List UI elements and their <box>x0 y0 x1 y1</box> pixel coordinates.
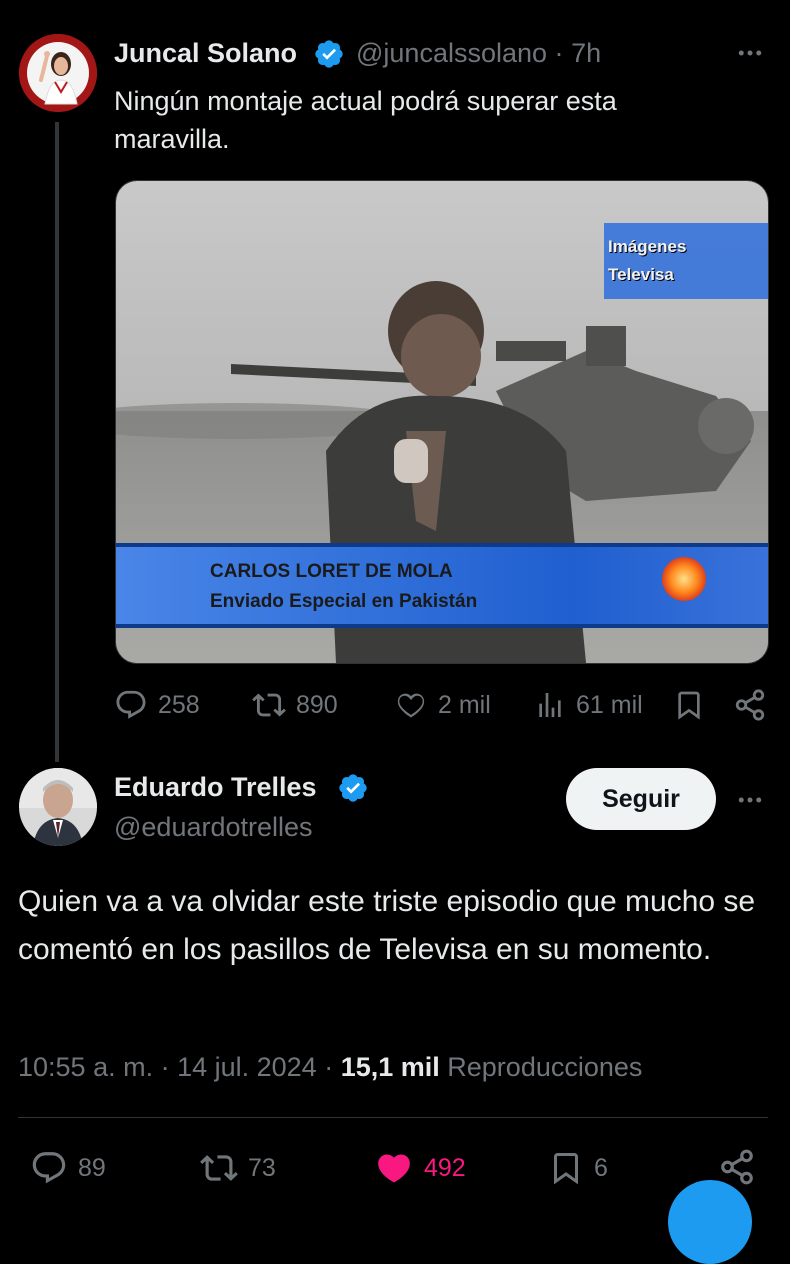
retweet-icon <box>252 693 286 717</box>
retweet-button[interactable]: 890 <box>252 688 338 722</box>
like-button[interactable]: 492 <box>374 1149 466 1187</box>
watermark-line2: Televisa <box>608 265 674 284</box>
views-count: 15,1 mil <box>340 1052 440 1082</box>
media-caption: CARLOS LORET DE MOLA Enviado Especial en… <box>210 557 477 617</box>
reply-button[interactable]: 258 <box>114 688 200 722</box>
watermark-line1: Imágenes <box>608 237 687 256</box>
views-label[interactable]: Reproducciones <box>447 1052 642 1082</box>
avatar[interactable] <box>19 768 97 846</box>
media-watermark: Imágenes Televisa <box>608 233 686 289</box>
tweet-media-image[interactable]: Imágenes Televisa CARLOS LORET DE MOLA E… <box>115 180 769 664</box>
share-icon[interactable] <box>733 688 767 727</box>
bookmark-button[interactable]: 6 <box>548 1149 608 1187</box>
like-count: 492 <box>424 1153 466 1182</box>
tweet-text: Quien va a va olvidar este triste episod… <box>18 885 756 966</box>
views-count: 61 mil <box>576 690 643 719</box>
like-count: 2 mil <box>438 690 491 719</box>
author-name[interactable]: Eduardo Trelles <box>114 772 317 803</box>
more-icon[interactable] <box>735 785 765 822</box>
verified-badge-icon <box>337 772 369 809</box>
reply-count: 258 <box>158 690 200 719</box>
more-icon[interactable] <box>735 38 765 75</box>
retweet-button[interactable]: 73 <box>200 1149 276 1187</box>
tweet-metadata: 10:55 a. m. · 14 jul. 2024 · 15,1 mil Re… <box>18 1052 642 1083</box>
author-name[interactable]: Juncal Solano <box>114 38 297 69</box>
reply-icon <box>32 1152 66 1184</box>
retweet-count: 73 <box>248 1153 276 1182</box>
reply-button[interactable]: 89 <box>30 1149 106 1187</box>
views-button[interactable]: 61 mil <box>534 688 643 722</box>
retweet-count: 890 <box>296 690 338 719</box>
caption-role: Enviado Especial en Pakistán <box>210 591 478 612</box>
bookmark-icon <box>554 1153 578 1185</box>
compose-fab-button[interactable] <box>668 1180 752 1264</box>
author-handle[interactable]: @eduardotrelles <box>114 812 313 843</box>
tweet-time[interactable]: 7h <box>571 38 601 68</box>
like-button[interactable]: 2 mil <box>394 688 491 722</box>
thread-connector-line <box>55 122 59 762</box>
divider <box>18 1117 768 1118</box>
follow-button[interactable]: Seguir <box>566 768 716 830</box>
bookmark-icon[interactable] <box>673 688 705 727</box>
reply-count: 89 <box>78 1153 106 1182</box>
tweet-timestamp[interactable]: 10:55 a. m. · 14 jul. 2024 · <box>18 1052 333 1082</box>
verified-badge-icon <box>313 38 345 75</box>
bookmark-count: 6 <box>594 1153 608 1182</box>
retweet-icon <box>200 1155 238 1181</box>
handle-text[interactable]: @juncalssolano <box>356 38 547 68</box>
author-handle[interactable]: @juncalssolano · 7h <box>356 38 601 69</box>
reply-icon <box>116 690 146 719</box>
heart-filled-icon <box>378 1154 410 1183</box>
caption-name: CARLOS LORET DE MOLA <box>210 561 453 582</box>
tweet-text: Ningún montaje actual podrá superar esta… <box>114 86 617 154</box>
views-icon <box>539 693 561 717</box>
avatar[interactable] <box>19 34 97 112</box>
heart-icon <box>397 693 425 718</box>
separator: · <box>554 38 564 68</box>
